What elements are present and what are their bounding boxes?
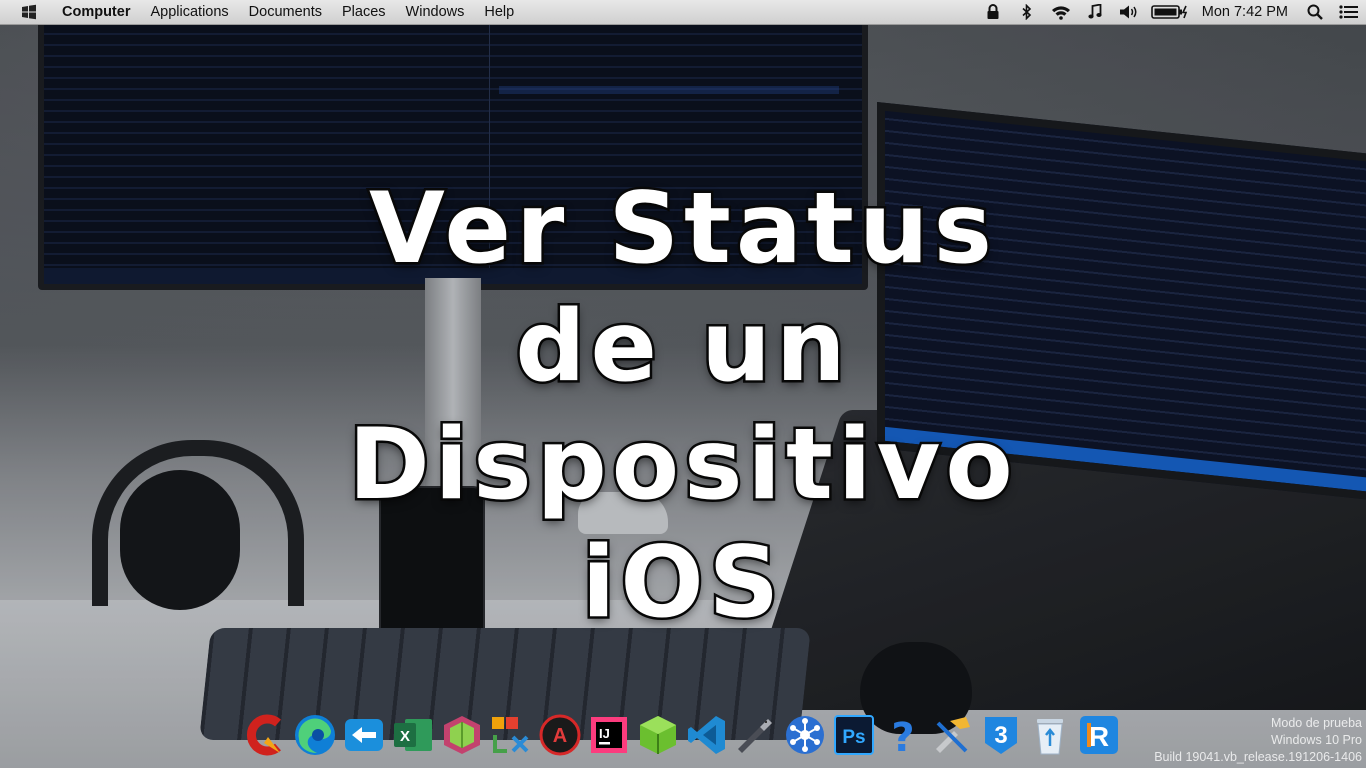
svg-text:?: ?	[891, 715, 914, 757]
watermark-mode: Modo de prueba	[1270, 716, 1362, 730]
test-mode-watermark: Modo de prueba Windows 10 Pro Build 1904…	[1154, 715, 1362, 766]
excel-icon[interactable]: X	[390, 709, 436, 761]
menu-help[interactable]: Help	[474, 0, 524, 24]
top-panel: Computer Applications Documents Places W…	[0, 0, 1366, 25]
svg-text:R: R	[1089, 721, 1109, 752]
watermark-build: Build 19041.vb_release.191206-1406	[1154, 750, 1362, 764]
xampp-lampp-icon[interactable]	[488, 709, 534, 761]
watermark-edition: Windows 10 Pro	[1270, 733, 1362, 747]
svg-text:3: 3	[994, 722, 1007, 749]
recycle-bin-icon[interactable]	[1027, 709, 1073, 761]
music-icon[interactable]	[1078, 0, 1112, 24]
menu-windows[interactable]: Windows	[396, 0, 475, 24]
svg-text:Ps: Ps	[842, 727, 865, 748]
menu-places[interactable]: Places	[332, 0, 396, 24]
network-hub-icon[interactable]	[782, 709, 828, 761]
menu-computer[interactable]: Computer	[46, 0, 140, 24]
remote-desktop-icon[interactable]	[341, 709, 387, 761]
menu-documents[interactable]: Documents	[239, 0, 332, 24]
windows-logo-icon[interactable]	[12, 0, 46, 24]
title-line-4: iOS	[579, 524, 785, 643]
menu-applications[interactable]: Applications	[140, 0, 238, 24]
dock: X A IJ Ps ? 3 R	[243, 707, 1122, 763]
ccleaner-icon[interactable]	[243, 709, 289, 761]
volume-icon[interactable]	[1112, 0, 1146, 24]
top-panel-right: Mon 7:42 PM	[976, 0, 1366, 24]
green-cube-icon[interactable]	[635, 709, 681, 761]
title-line-3: Dispositivo	[346, 406, 1018, 525]
vscode-icon[interactable]	[684, 709, 730, 761]
r-app-icon[interactable]: R	[1076, 709, 1122, 761]
battery-icon[interactable]	[1146, 0, 1194, 24]
menu-list-icon[interactable]	[1332, 0, 1366, 24]
svg-text:A: A	[553, 725, 567, 747]
bluetooth-icon[interactable]	[1010, 0, 1044, 24]
svg-text:IJ: IJ	[599, 726, 610, 741]
title-line-1: Ver Status	[367, 170, 997, 289]
search-icon[interactable]	[1298, 0, 1332, 24]
thumbnail-title: Ver Status de un Dispositivo iOS	[0, 170, 1366, 643]
recording-app-icon[interactable]: A	[537, 709, 583, 761]
title-line-2: de un	[513, 288, 851, 407]
edge-icon[interactable]	[292, 709, 338, 761]
box-app-icon[interactable]	[439, 709, 485, 761]
top-panel-left: Computer Applications Documents Places W…	[0, 0, 524, 24]
lock-icon[interactable]	[976, 0, 1010, 24]
xcode-tools-icon[interactable]	[929, 709, 975, 761]
clock[interactable]: Mon 7:42 PM	[1194, 4, 1298, 20]
usb-drive-icon[interactable]	[733, 709, 779, 761]
svg-text:X: X	[400, 728, 410, 745]
wifi-icon[interactable]	[1044, 0, 1078, 24]
swift-3-icon[interactable]: 3	[978, 709, 1024, 761]
photoshop-icon[interactable]: Ps	[831, 709, 877, 761]
help-icon[interactable]: ?	[880, 709, 926, 761]
intellij-icon[interactable]: IJ	[586, 709, 632, 761]
